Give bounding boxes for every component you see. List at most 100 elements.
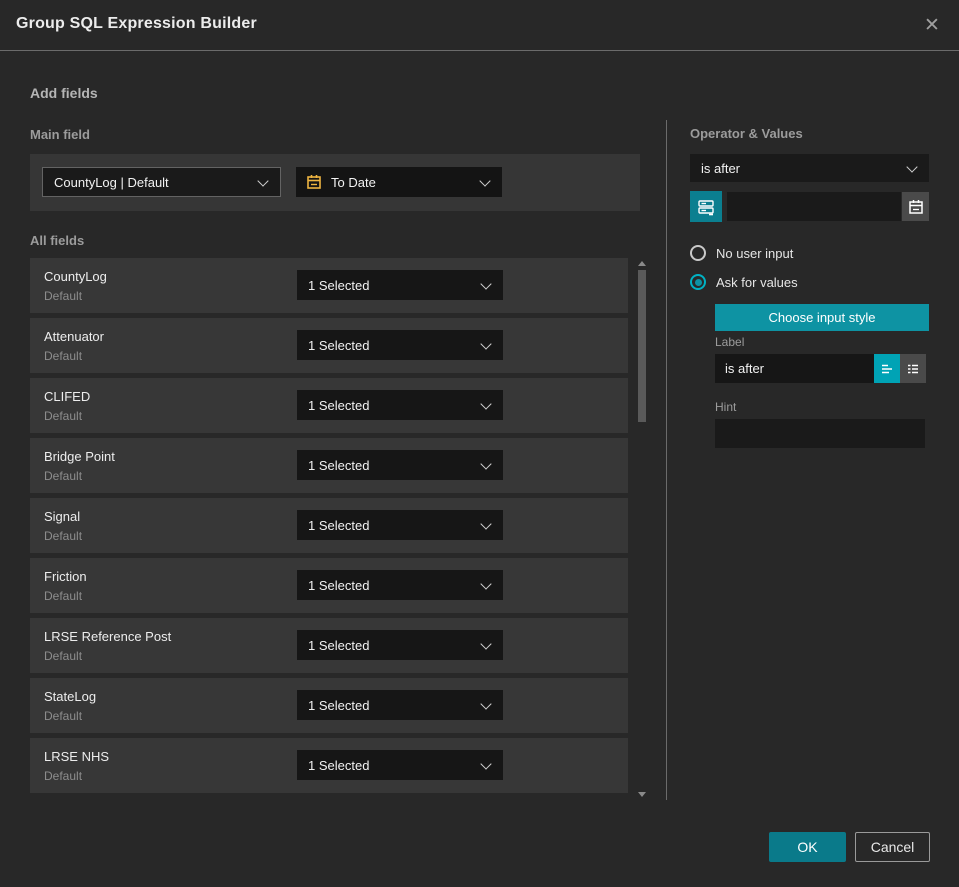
single-line-style-button[interactable] bbox=[874, 354, 900, 383]
field-selection-value: 1 Selected bbox=[308, 337, 370, 353]
field-name: Signal bbox=[44, 509, 81, 524]
field-name: Bridge Point bbox=[44, 449, 115, 464]
list-scrollbar[interactable] bbox=[634, 258, 650, 800]
field-selection-dropdown[interactable]: 1 Selected bbox=[297, 390, 503, 420]
unique-values-button[interactable] bbox=[690, 191, 722, 222]
field-selection-dropdown[interactable]: 1 Selected bbox=[297, 750, 503, 780]
chevron-down-icon bbox=[480, 637, 492, 650]
dialog-title: Group SQL Expression Builder bbox=[16, 15, 257, 32]
field-selection-dropdown[interactable]: 1 Selected bbox=[297, 690, 503, 720]
field-type: Default bbox=[44, 649, 83, 663]
field-type: Default bbox=[44, 589, 83, 603]
field-selection-dropdown[interactable]: 1 Selected bbox=[297, 630, 503, 660]
list-style-button[interactable] bbox=[900, 354, 926, 383]
field-selection-dropdown[interactable]: 1 Selected bbox=[297, 330, 503, 360]
chevron-down-icon bbox=[480, 757, 492, 770]
field-selection-value: 1 Selected bbox=[308, 637, 370, 653]
field-type: Default bbox=[44, 409, 83, 423]
field-type: Default bbox=[44, 469, 83, 483]
field-name: CLIFED bbox=[44, 389, 91, 404]
hint-input[interactable] bbox=[715, 419, 925, 448]
field-name: StateLog bbox=[44, 689, 97, 704]
field-name: LRSE NHS bbox=[44, 749, 110, 764]
field-name: LRSE Reference Post bbox=[44, 629, 172, 644]
main-field-panel: CountyLog | Default To Date bbox=[30, 154, 640, 211]
list-icon bbox=[908, 364, 918, 373]
field-row: CLIFED Default 1 Selected bbox=[30, 378, 628, 433]
field-row: Attenuator Default 1 Selected bbox=[30, 318, 628, 373]
field-selection-dropdown[interactable]: 1 Selected bbox=[297, 570, 503, 600]
field-selection-value: 1 Selected bbox=[308, 577, 370, 593]
input-style-toggle-group bbox=[874, 354, 926, 383]
field-selection-value: 1 Selected bbox=[308, 697, 370, 713]
field-row: LRSE NHS Default 1 Selected bbox=[30, 738, 628, 793]
dialog-header: Group SQL Expression Builder ✕ bbox=[0, 0, 959, 51]
chevron-down-icon bbox=[480, 697, 492, 710]
field-name: CountyLog bbox=[44, 269, 107, 284]
align-left-icon bbox=[882, 364, 892, 373]
field-selection-dropdown[interactable]: 1 Selected bbox=[297, 510, 503, 540]
field-selection-dropdown[interactable]: 1 Selected bbox=[297, 450, 503, 480]
field-row: Signal Default 1 Selected bbox=[30, 498, 628, 553]
field-selection-value: 1 Selected bbox=[308, 757, 370, 773]
field-selection-value: 1 Selected bbox=[308, 457, 370, 473]
field-row: LRSE Reference Post Default 1 Selected bbox=[30, 618, 628, 673]
unique-values-icon bbox=[698, 199, 714, 215]
chevron-down-icon bbox=[480, 517, 492, 530]
field-type: Default bbox=[44, 769, 83, 783]
value-input[interactable] bbox=[727, 192, 901, 221]
operator-dropdown[interactable]: is after bbox=[690, 154, 929, 182]
field-row: Bridge Point Default 1 Selected bbox=[30, 438, 628, 493]
add-fields-heading: Add fields bbox=[30, 85, 98, 101]
chevron-down-icon bbox=[906, 160, 918, 173]
main-field-label: Main field bbox=[30, 127, 90, 142]
all-fields-list: CountyLog Default 1 Selected Attenuator … bbox=[30, 258, 628, 798]
date-dropdown-value: To Date bbox=[331, 174, 376, 190]
field-type: Default bbox=[44, 289, 83, 303]
field-type: Default bbox=[44, 349, 83, 363]
radio-selected-icon bbox=[690, 274, 706, 290]
main-field-dropdown[interactable]: CountyLog | Default bbox=[42, 167, 281, 197]
radio-ask-for-values-label: Ask for values bbox=[716, 274, 798, 290]
main-field-dropdown-value: CountyLog | Default bbox=[54, 174, 169, 190]
field-name: Attenuator bbox=[44, 329, 104, 344]
field-type: Default bbox=[44, 709, 83, 723]
date-field-dropdown[interactable]: To Date bbox=[296, 167, 502, 197]
cancel-button[interactable]: Cancel bbox=[855, 832, 930, 862]
chevron-down-icon bbox=[479, 174, 491, 187]
scroll-down-arrow-icon[interactable] bbox=[638, 792, 646, 797]
hint-field-label: Hint bbox=[715, 400, 737, 414]
group-sql-expression-builder-dialog: Group SQL Expression Builder ✕ Add field… bbox=[0, 0, 959, 887]
label-input[interactable]: is after bbox=[715, 354, 874, 383]
operator-dropdown-value: is after bbox=[701, 160, 741, 176]
panel-divider bbox=[666, 120, 667, 800]
field-type: Default bbox=[44, 529, 83, 543]
radio-no-user-input[interactable]: No user input bbox=[690, 245, 793, 261]
scroll-up-arrow-icon[interactable] bbox=[638, 261, 646, 266]
field-row: StateLog Default 1 Selected bbox=[30, 678, 628, 733]
calendar-icon bbox=[307, 175, 321, 189]
all-fields-label: All fields bbox=[30, 233, 85, 248]
ok-button[interactable]: OK bbox=[769, 832, 846, 862]
chevron-down-icon bbox=[480, 457, 492, 470]
field-row: Friction Default 1 Selected bbox=[30, 558, 628, 613]
choose-input-style-button[interactable]: Choose input style bbox=[715, 304, 929, 331]
close-icon[interactable]: ✕ bbox=[919, 13, 945, 39]
field-selection-dropdown[interactable]: 1 Selected bbox=[297, 270, 503, 300]
chevron-down-icon bbox=[480, 337, 492, 350]
label-field-label: Label bbox=[715, 335, 745, 349]
field-selection-value: 1 Selected bbox=[308, 397, 370, 413]
field-selection-value: 1 Selected bbox=[308, 517, 370, 533]
chevron-down-icon bbox=[480, 277, 492, 290]
scrollbar-thumb[interactable] bbox=[638, 270, 646, 422]
radio-ask-for-values[interactable]: Ask for values bbox=[690, 274, 798, 290]
chevron-down-icon bbox=[257, 174, 269, 187]
operator-values-label: Operator & Values bbox=[690, 126, 803, 141]
field-row: CountyLog Default 1 Selected bbox=[30, 258, 628, 313]
radio-unselected-icon bbox=[690, 245, 706, 261]
calendar-picker-button[interactable] bbox=[902, 192, 929, 221]
field-selection-value: 1 Selected bbox=[308, 277, 370, 293]
calendar-icon bbox=[908, 199, 923, 214]
radio-no-user-input-label: No user input bbox=[716, 245, 794, 261]
field-name: Friction bbox=[44, 569, 87, 584]
